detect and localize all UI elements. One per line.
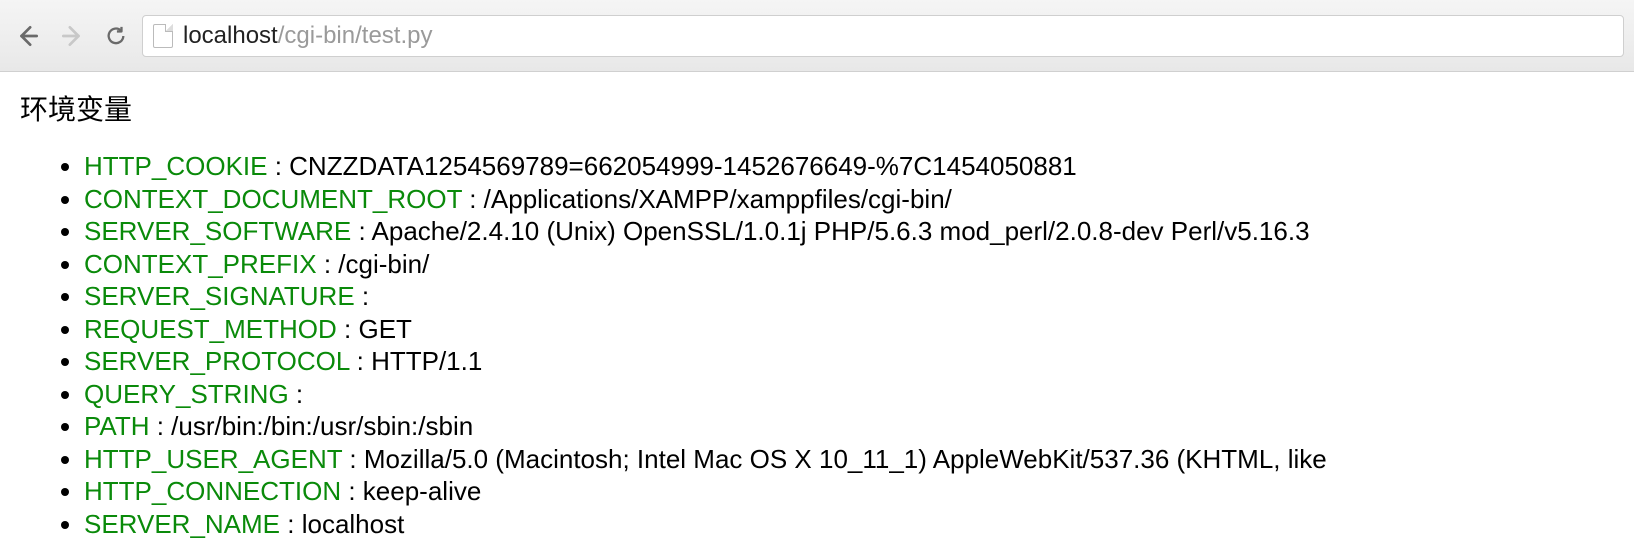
list-item: CONTEXT_PREFIX : /cgi-bin/: [84, 248, 1614, 281]
list-item: HTTP_CONNECTION : keep-alive: [84, 475, 1614, 508]
env-value: /Applications/XAMPP/xamppfiles/cgi-bin/: [484, 184, 952, 214]
list-item: QUERY_STRING :: [84, 378, 1614, 411]
list-item: PATH : /usr/bin:/bin:/usr/sbin:/sbin: [84, 410, 1614, 443]
env-value: GET: [358, 314, 411, 344]
env-key: REQUEST_METHOD: [84, 314, 337, 344]
env-key: SERVER_NAME: [84, 509, 280, 539]
env-key: SERVER_SIGNATURE: [84, 281, 355, 311]
env-key: HTTP_USER_AGENT: [84, 444, 342, 474]
env-sep: :: [349, 346, 371, 376]
env-key: SERVER_SOFTWARE: [84, 216, 351, 246]
address-bar[interactable]: localhost/cgi-bin/test.py: [142, 15, 1624, 57]
env-key: PATH: [84, 411, 149, 441]
env-sep: :: [267, 151, 289, 181]
env-sep: :: [462, 184, 484, 214]
env-value: localhost: [302, 509, 405, 539]
env-key: HTTP_COOKIE: [84, 151, 267, 181]
page-heading: 环境变量: [20, 88, 1614, 128]
url-path: /cgi-bin/test.py: [278, 22, 433, 49]
env-sep: :: [149, 411, 171, 441]
list-item: SERVER_SOFTWARE : Apache/2.4.10 (Unix) O…: [84, 215, 1614, 248]
browser-toolbar: localhost/cgi-bin/test.py: [0, 0, 1634, 72]
env-sep: :: [351, 216, 371, 246]
page-icon: [153, 24, 173, 48]
env-key: SERVER_PROTOCOL: [84, 346, 349, 376]
list-item: HTTP_USER_AGENT : Mozilla/5.0 (Macintosh…: [84, 443, 1614, 476]
env-sep: :: [317, 249, 339, 279]
back-button[interactable]: [10, 18, 46, 54]
list-item: SERVER_NAME : localhost: [84, 508, 1614, 541]
page-content: 环境变量 HTTP_COOKIE : CNZZDATA1254569789=66…: [0, 72, 1634, 556]
env-key: CONTEXT_PREFIX: [84, 249, 317, 279]
env-key: HTTP_CONNECTION: [84, 476, 341, 506]
list-item: HTTP_COOKIE : CNZZDATA1254569789=6620549…: [84, 150, 1614, 183]
env-sep: :: [342, 444, 364, 474]
forward-button[interactable]: [54, 18, 90, 54]
env-value: HTTP/1.1: [371, 346, 482, 376]
url-text: localhost/cgi-bin/test.py: [183, 22, 432, 50]
env-value: /usr/bin:/bin:/usr/sbin:/sbin: [171, 411, 473, 441]
env-value: /cgi-bin/: [338, 249, 429, 279]
env-sep: :: [341, 476, 363, 506]
url-host: localhost: [183, 22, 278, 49]
env-value: CNZZDATA1254569789=662054999-1452676649-…: [289, 151, 1077, 181]
env-sep: :: [337, 314, 359, 344]
env-sep: :: [355, 281, 369, 311]
env-value: Apache/2.4.10 (Unix) OpenSSL/1.0.1j PHP/…: [372, 216, 1310, 246]
list-item: SERVER_SIGNATURE :: [84, 280, 1614, 313]
list-item: CONTEXT_DOCUMENT_ROOT : /Applications/XA…: [84, 183, 1614, 216]
env-sep: :: [289, 379, 303, 409]
env-key: CONTEXT_DOCUMENT_ROOT: [84, 184, 462, 214]
list-item: SERVER_PROTOCOL : HTTP/1.1: [84, 345, 1614, 378]
env-value: Mozilla/5.0 (Macintosh; Intel Mac OS X 1…: [364, 444, 1327, 474]
env-value: keep-alive: [363, 476, 482, 506]
env-sep: :: [280, 509, 302, 539]
env-list: HTTP_COOKIE : CNZZDATA1254569789=6620549…: [20, 150, 1614, 540]
reload-button[interactable]: [98, 18, 134, 54]
env-key: QUERY_STRING: [84, 379, 289, 409]
list-item: REQUEST_METHOD : GET: [84, 313, 1614, 346]
